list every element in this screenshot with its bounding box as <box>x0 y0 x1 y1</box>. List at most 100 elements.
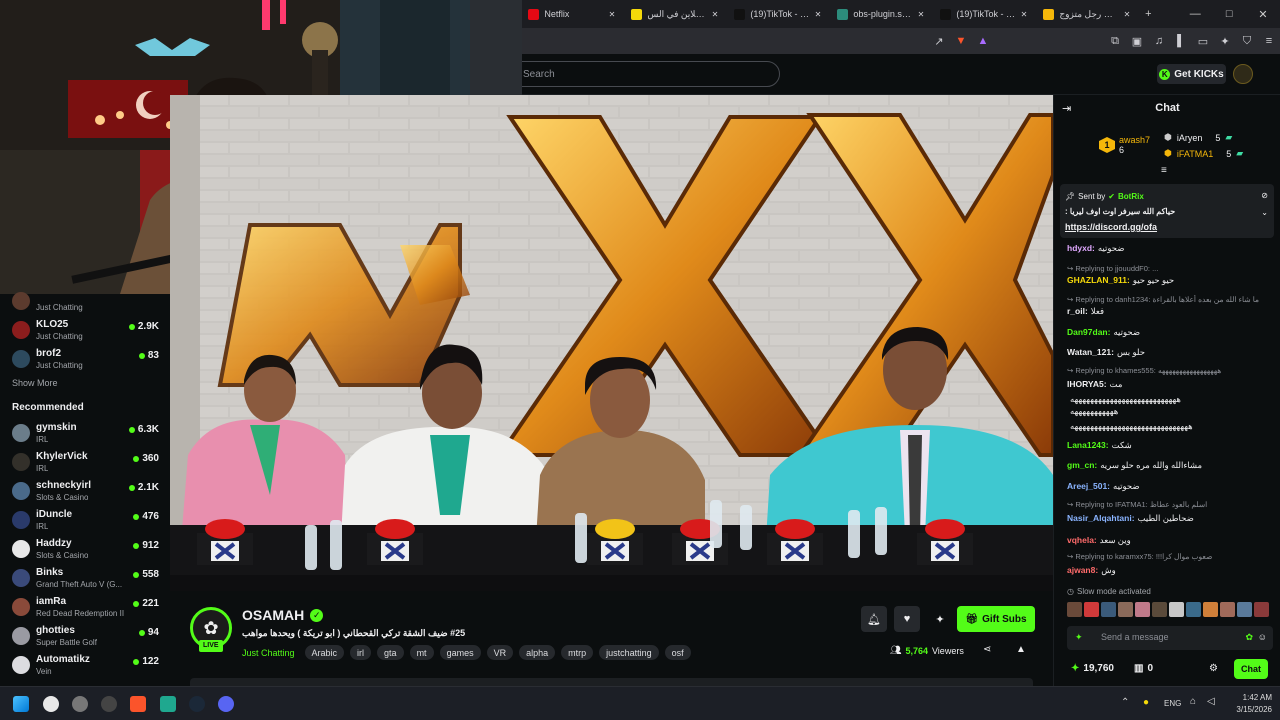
sidebar-channel[interactable]: Just Chatting <box>0 287 170 316</box>
notification-bell-button[interactable]: 🔔︎ <box>861 606 887 632</box>
chat-username[interactable]: GHAZLAN_911: <box>1067 275 1130 285</box>
browser-tab[interactable]: (19)TikTok - Make Y... ✕ <box>726 0 829 28</box>
vpn-icon[interactable]: ⛉ <box>1236 35 1258 48</box>
stream-tag[interactable]: gta <box>377 645 404 660</box>
browser-tab[interactable]: Netflix ✕ <box>520 0 623 28</box>
language-indicator[interactable]: ENG <box>1164 699 1181 708</box>
microphone-icon[interactable]: ● <box>1143 697 1149 708</box>
chatter-avatar[interactable] <box>1254 602 1269 617</box>
brave-rewards-icon[interactable]: ▲ <box>972 35 994 47</box>
tray-chevron-icon[interactable]: ⌃ <box>1121 697 1129 708</box>
sidebar-channel[interactable]: KLO25 Just Chatting 2.9K <box>0 316 170 345</box>
expand-pin-icon[interactable]: ⌄ <box>1261 208 1268 217</box>
tab-close-icon[interactable]: ✕ <box>1021 10 1028 19</box>
chatter-avatar[interactable] <box>1220 602 1235 617</box>
sidebar-channel[interactable]: schneckyirl Slots & Casino 2.1K <box>0 477 170 506</box>
discord-icon[interactable] <box>218 696 234 712</box>
video-player[interactable] <box>170 95 1053 591</box>
get-kicks-button[interactable]: K Get KICKs <box>1157 64 1226 84</box>
minimize-icon[interactable]: — <box>1178 8 1212 20</box>
sidebar-channel[interactable]: gymskin IRL 6.3K <box>0 419 170 448</box>
chat-username[interactable]: Areej_501: <box>1067 481 1110 491</box>
chat-username[interactable]: ajwan8: <box>1067 565 1098 575</box>
stream-tag[interactable]: osf <box>664 645 691 660</box>
share-stream-icon[interactable]: ⋖ <box>983 644 991 655</box>
leo-ai-icon[interactable]: ✦ <box>1214 35 1236 48</box>
pinned-link[interactable]: https://discord.gg/ofa <box>1065 222 1157 232</box>
sidebar-channel[interactable]: Binks Grand Theft Auto V (G... 558 <box>0 564 170 593</box>
browser-tab[interactable]: (19)TikTok - Make Y... ✕ <box>932 0 1035 28</box>
points-count[interactable]: 19,760 <box>1083 663 1114 674</box>
tab-close-icon[interactable]: ✕ <box>1124 10 1131 19</box>
brave-shield-icon[interactable]: ▼ <box>950 35 972 47</box>
tab-close-icon[interactable]: ✕ <box>609 10 616 19</box>
channel-name[interactable]: OSAMAH <box>242 607 304 623</box>
chatter-avatar[interactable] <box>1135 602 1150 617</box>
sparkle-icon[interactable]: ✦ <box>927 606 953 632</box>
tab-close-icon[interactable]: ✕ <box>815 10 822 19</box>
steam-icon[interactable] <box>189 696 205 712</box>
chat-settings-icon[interactable]: ⚙ <box>1209 663 1218 674</box>
stream-tag[interactable]: mt <box>409 645 434 660</box>
chatter-avatar[interactable] <box>1169 602 1184 617</box>
sidebar-channel[interactable]: ghotties Super Battle Golf 94 <box>0 622 170 651</box>
chatter-avatar[interactable] <box>1118 602 1133 617</box>
browser-tab[interactable]: نؤتها أونلاين في الس... ✕ <box>623 0 726 28</box>
chatter-avatar[interactable] <box>1186 602 1201 617</box>
tab-close-icon[interactable]: ✕ <box>712 10 719 19</box>
sidebar-channel[interactable]: Haddzy Slots & Casino 912 <box>0 535 170 564</box>
chatter-avatar[interactable] <box>1237 602 1252 617</box>
browser-tab[interactable]: يوميات رجل متزوج... ✕ <box>1035 0 1138 28</box>
leaderboard-first[interactable]: 1 awash7 6 <box>1099 135 1150 155</box>
leaderboard-toggle-icon[interactable]: ≡ <box>1161 165 1167 176</box>
obs-icon[interactable] <box>43 696 59 712</box>
clock-time[interactable]: 1:42 AM <box>1232 693 1272 702</box>
leaderboard-entry[interactable]: ⬢ iFATMA1 5 ▰ <box>1164 148 1243 159</box>
chat-username[interactable]: r_oil: <box>1067 306 1088 316</box>
screenshot-icon[interactable]: ▣ <box>1126 35 1148 48</box>
unpin-icon[interactable]: ⊘ <box>1261 191 1268 200</box>
extensions-icon[interactable]: ⧉ <box>1104 35 1126 48</box>
report-icon[interactable]: ▲ <box>1016 644 1026 655</box>
chat-username[interactable]: hdyxd: <box>1067 243 1095 253</box>
search-input[interactable]: Search <box>500 61 780 87</box>
network-icon[interactable]: ⌂ <box>1190 696 1196 707</box>
stream-tag[interactable]: VR <box>486 645 514 660</box>
user-avatar[interactable] <box>1233 64 1253 84</box>
chat-username[interactable]: vqhela: <box>1067 535 1097 545</box>
chat-username[interactable]: Dan97dan: <box>1067 327 1110 337</box>
chatter-avatar[interactable] <box>1203 602 1218 617</box>
app-icon-1[interactable] <box>72 696 88 712</box>
clock-date[interactable]: 3/15/2026 <box>1222 705 1272 714</box>
chat-username[interactable]: IHORYA5: <box>1067 379 1107 389</box>
sidebar-channel[interactable]: brof2 Just Chatting 83 <box>0 345 170 374</box>
stream-tag[interactable]: alpha <box>519 645 556 660</box>
volume-icon[interactable]: ◁ <box>1207 696 1215 707</box>
leaderboard-entry[interactable]: ⬢ iAryen 5 ▰ <box>1164 132 1232 143</box>
category-link[interactable]: Just Chatting <box>242 648 295 658</box>
stream-tag[interactable]: justchatting <box>599 645 659 660</box>
close-window-icon[interactable]: ✕ <box>1246 8 1280 21</box>
sidebar-channel[interactable]: Automatikz Vein 122 <box>0 651 170 680</box>
kick-emote-icon[interactable]: ✿ <box>1245 632 1253 643</box>
sidebar-channel[interactable]: KhylerVick IRL 360 <box>0 448 170 477</box>
chat-input[interactable]: ✦ Send a message ✿ ☺ <box>1067 626 1273 650</box>
chatter-avatar[interactable] <box>1067 602 1082 617</box>
sidebar-channel[interactable]: iamRa Red Dead Redemption II 221 <box>0 593 170 622</box>
tab-close-icon[interactable]: ✕ <box>918 10 925 19</box>
stream-tag[interactable]: mtrp <box>561 645 594 660</box>
chat-username[interactable]: gm_cn: <box>1067 460 1097 470</box>
emoji-icon[interactable]: ☺ <box>1258 632 1267 642</box>
gift-count[interactable]: 0 <box>1147 663 1153 674</box>
chat-username[interactable]: Nasir_Alqahtani: <box>1067 513 1135 523</box>
stream-tag[interactable]: Arabic <box>304 645 345 660</box>
music-icon[interactable]: ♫ <box>1148 35 1170 47</box>
chatter-avatar[interactable] <box>1152 602 1167 617</box>
gift-subs-button[interactable]: 🎁︎ Gift Subs <box>957 606 1035 632</box>
chatter-avatar[interactable] <box>1101 602 1116 617</box>
show-more-link[interactable]: Show More <box>12 378 58 388</box>
chat-username[interactable]: Watan_121: <box>1067 347 1114 357</box>
new-tab-button[interactable]: + <box>1138 8 1158 20</box>
brave-browser-icon[interactable] <box>130 696 146 712</box>
wallet-icon[interactable]: ▭ <box>1192 35 1214 48</box>
